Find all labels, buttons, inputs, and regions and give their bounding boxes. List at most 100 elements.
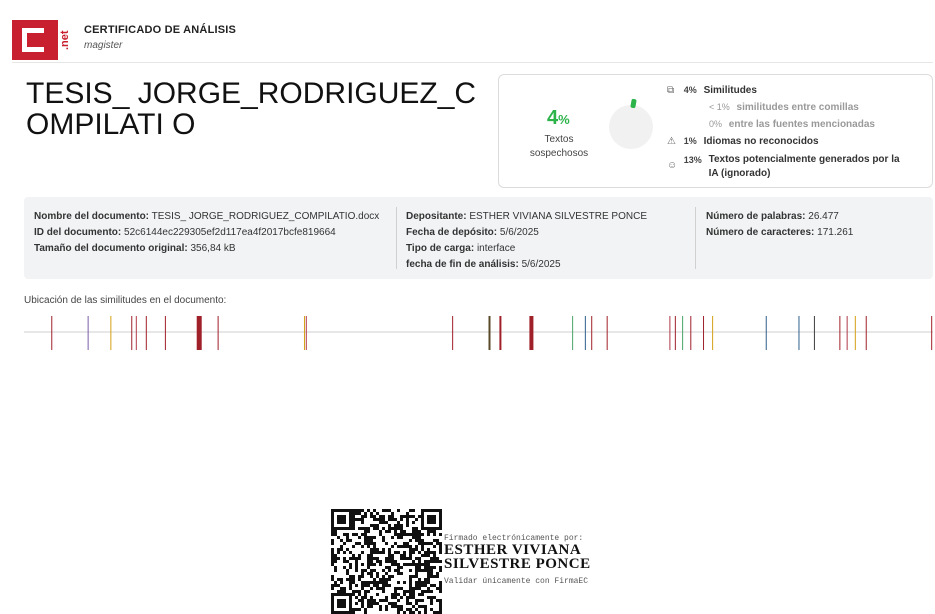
qr-module (394, 527, 397, 530)
similarity-mark[interactable] (703, 316, 705, 350)
metadata-row: Tamaño del documento original: 356,84 kB (34, 243, 236, 254)
similarity-mark[interactable] (87, 316, 89, 350)
similarity-mark[interactable] (131, 316, 133, 350)
similarity-mark[interactable] (303, 316, 305, 350)
qr-module (373, 557, 376, 560)
similarity-mark[interactable] (931, 316, 933, 350)
metadata-row: ID del documento: 52c6144ec229305ef2d117… (34, 227, 336, 238)
similarity-donut-chart (609, 98, 653, 149)
qr-module (367, 563, 370, 566)
qr-module (436, 560, 439, 563)
qr-module (352, 533, 355, 536)
qr-module (397, 536, 400, 539)
similarity-mark[interactable] (865, 316, 867, 350)
qr-module (373, 536, 376, 539)
signature-qr-code[interactable] (331, 509, 442, 614)
qr-module (415, 527, 418, 530)
similarity-mark[interactable] (591, 316, 593, 350)
qr-module (412, 536, 415, 539)
similarity-mark[interactable] (135, 316, 137, 350)
qr-module (376, 524, 379, 527)
qr-module (397, 533, 400, 536)
qr-module (361, 602, 364, 605)
qr-module (418, 593, 421, 596)
qr-module (331, 584, 334, 587)
qr-module (439, 587, 442, 590)
qr-module (334, 533, 337, 536)
qr-module (412, 533, 415, 536)
qr-module (394, 590, 397, 593)
similarity-mark[interactable] (669, 316, 671, 350)
qr-module (436, 587, 439, 590)
qr-module (334, 569, 337, 572)
qr-module (424, 608, 427, 611)
similarity-mark[interactable] (488, 316, 491, 350)
qr-module (409, 602, 412, 605)
qr-module (427, 596, 430, 599)
qr-module (415, 608, 418, 611)
similarity-mark[interactable] (145, 316, 147, 350)
qr-module (364, 539, 367, 542)
similarity-mark[interactable] (584, 316, 586, 350)
similarity-mark[interactable] (51, 316, 53, 350)
similarity-mark[interactable] (798, 316, 800, 350)
similarity-mark[interactable] (765, 316, 767, 350)
qr-module (439, 551, 442, 554)
qr-module (340, 539, 343, 542)
qr-module (430, 602, 433, 605)
qr-module (397, 524, 400, 527)
similarity-mark[interactable] (529, 316, 534, 350)
similarity-mark[interactable] (452, 316, 454, 350)
similarity-mark[interactable] (712, 316, 714, 350)
similarity-mark[interactable] (690, 316, 692, 350)
similarity-mark[interactable] (217, 316, 219, 350)
similarity-mark[interactable] (499, 316, 502, 350)
similarity-mark[interactable] (813, 316, 815, 350)
qr-module (406, 512, 409, 515)
qr-module (397, 608, 400, 611)
similarity-mark[interactable] (572, 316, 574, 350)
qr-module (337, 548, 340, 551)
qr-module (340, 545, 343, 548)
qr-module (439, 605, 442, 608)
qr-module (424, 569, 427, 572)
qr-module (358, 557, 361, 560)
signature-validation-note: Validar únicamente con FirmaEC (444, 577, 589, 586)
qr-module (361, 599, 364, 602)
qr-module (352, 515, 355, 518)
qr-module (358, 542, 361, 545)
qr-module (349, 581, 352, 584)
similarity-mark[interactable] (196, 316, 202, 350)
similarity-mark[interactable] (854, 316, 856, 350)
qr-module (430, 560, 433, 563)
qr-module (397, 605, 400, 608)
qr-module (412, 575, 415, 578)
similarity-mark[interactable] (606, 316, 608, 350)
qr-module (373, 542, 376, 545)
similarity-mark[interactable] (839, 316, 841, 350)
signer-name-line-2: SILVESTRE PONCE (444, 556, 591, 572)
copy-icon: ⧉ (667, 85, 675, 96)
qr-module (376, 593, 379, 596)
similarity-mark[interactable] (164, 316, 166, 350)
qr-module (394, 587, 397, 590)
qr-module (433, 560, 436, 563)
qr-module (346, 569, 349, 572)
qr-module (397, 587, 400, 590)
qr-module (385, 557, 388, 560)
qr-module (367, 554, 370, 557)
similarity-mark[interactable] (846, 316, 848, 350)
qr-module (424, 542, 427, 545)
qr-module (388, 602, 391, 605)
qr-module (397, 551, 400, 554)
similarity-mark[interactable] (305, 316, 307, 350)
qr-module (409, 575, 412, 578)
similarity-mark[interactable] (110, 316, 112, 350)
qr-module (418, 605, 421, 608)
qr-module (370, 587, 373, 590)
similarity-mark[interactable] (674, 316, 676, 350)
similarity-mark[interactable] (682, 316, 684, 350)
qr-module (331, 578, 334, 581)
qr-module (352, 554, 355, 557)
qr-module (430, 584, 433, 587)
